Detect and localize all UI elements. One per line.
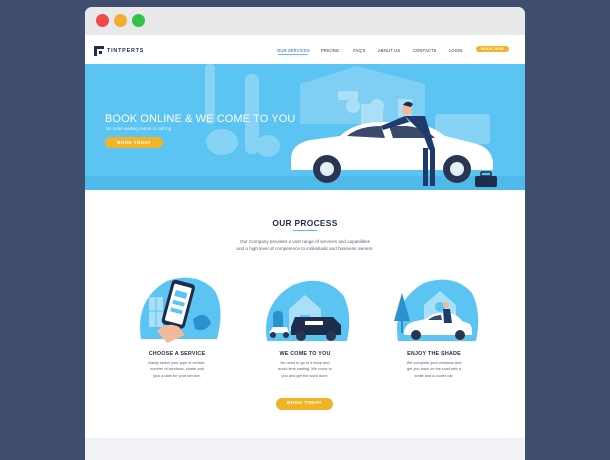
step-title: CHOOSE A SERVICE — [148, 351, 206, 357]
site-header: TINTPERTS OUR SERVICES PRICING FAQ'S ABO… — [85, 35, 525, 64]
site-logo[interactable]: TINTPERTS — [94, 45, 144, 56]
process-section: OUR PROCESS Our Company provides a vast … — [85, 190, 525, 438]
step-description-line: you and get the work done. — [281, 372, 329, 378]
car-delivered-illustration — [394, 279, 479, 341]
window-titlebar — [85, 7, 525, 35]
logo-mark-icon — [94, 45, 104, 56]
minimize-window-button[interactable] — [114, 14, 127, 27]
step-title: ENJOY THE SHADE — [407, 351, 461, 357]
nav-item-login[interactable]: LOGIN — [449, 48, 463, 53]
process-book-today-button[interactable]: BOOK TODAY — [276, 398, 333, 410]
step-description: Easily select your type of vehicle, numb… — [127, 360, 227, 379]
maximize-window-button[interactable] — [132, 14, 145, 27]
step-description: No need to go to a shop and avoid time w… — [255, 360, 355, 379]
hero-banner: BOOK ONLINE & WE COME TO YOU No more wai… — [85, 64, 525, 190]
step-description: We complete your windows and get you bac… — [384, 360, 484, 379]
hero-title: BOOK ONLINE & WE COME TO YOU — [105, 113, 296, 125]
process-description-line: Our Company provides a vast range of ser… — [240, 239, 370, 244]
browser-window: TINTPERTS OUR SERVICES PRICING FAQ'S ABO… — [85, 7, 525, 460]
footer-band — [85, 438, 525, 460]
step-description-line: pick a date for your service. — [153, 372, 201, 378]
toolbox-illustration — [475, 171, 497, 187]
nav-active-indicator — [278, 54, 308, 55]
nav-item-contacts[interactable]: CONTACTS — [413, 48, 437, 53]
process-title: OUR PROCESS — [272, 218, 338, 228]
hero-subtitle: No more waiting rooms or call log. — [106, 126, 173, 131]
step-description-line: smile and a cooler car. — [414, 372, 454, 378]
book-now-button[interactable]: BOOK NOW — [476, 46, 509, 52]
phone-booking-illustration — [140, 277, 221, 343]
step-title: WE COME TO YOU — [279, 351, 331, 357]
van-arrival-illustration — [266, 280, 350, 341]
hero-book-today-button[interactable]: BOOK TODAY — [105, 137, 163, 148]
nav-item-faqs[interactable]: FAQ'S — [353, 48, 365, 53]
nav-item-our-services[interactable]: OUR SERVICES — [277, 48, 310, 53]
process-description: Our Company provides a vast range of ser… — [85, 238, 525, 252]
close-window-button[interactable] — [96, 14, 109, 27]
brand-name: TINTPERTS — [107, 47, 145, 54]
process-title-rule — [293, 230, 317, 231]
nav-item-pricing[interactable]: PRICING — [321, 48, 339, 53]
nav-item-about-us[interactable]: ABOUT US — [378, 48, 400, 53]
process-description-line: and a high level of competence to indivi… — [236, 246, 374, 251]
